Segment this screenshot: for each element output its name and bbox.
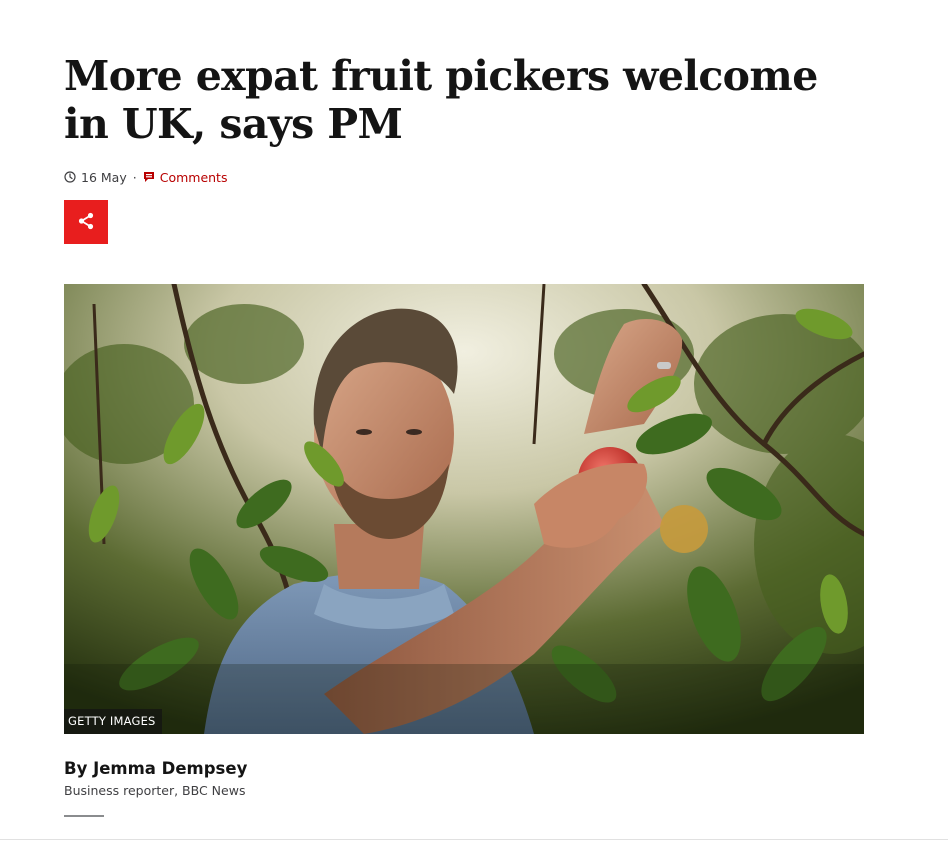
- headline: More expat fruit pickers welcome in UK, …: [64, 52, 818, 148]
- byline-divider: [64, 815, 104, 817]
- orchard-photo: [64, 284, 864, 734]
- comment-icon: [143, 171, 155, 183]
- page-divider: [0, 839, 948, 840]
- article-meta: 16 May · Comments: [64, 168, 864, 186]
- article-page: More expat fruit pickers welcome in UK, …: [0, 0, 948, 842]
- share-button[interactable]: [64, 200, 108, 244]
- clock-icon: [64, 171, 76, 183]
- author-role: Business reporter, BBC News: [64, 783, 246, 798]
- hero-image: GETTY IMAGES: [64, 284, 864, 734]
- image-credit: GETTY IMAGES: [64, 709, 162, 734]
- comments-link[interactable]: Comments: [143, 169, 228, 185]
- article: More expat fruit pickers welcome in UK, …: [64, 52, 864, 817]
- author-name[interactable]: By Jemma Dempsey: [64, 758, 247, 780]
- byline: By Jemma Dempsey Business reporter, BBC …: [64, 758, 247, 799]
- comments-label: Comments: [159, 169, 228, 185]
- publish-date: 16 May: [81, 169, 127, 185]
- meta-separator: ·: [132, 169, 137, 185]
- share-icon: [77, 212, 95, 233]
